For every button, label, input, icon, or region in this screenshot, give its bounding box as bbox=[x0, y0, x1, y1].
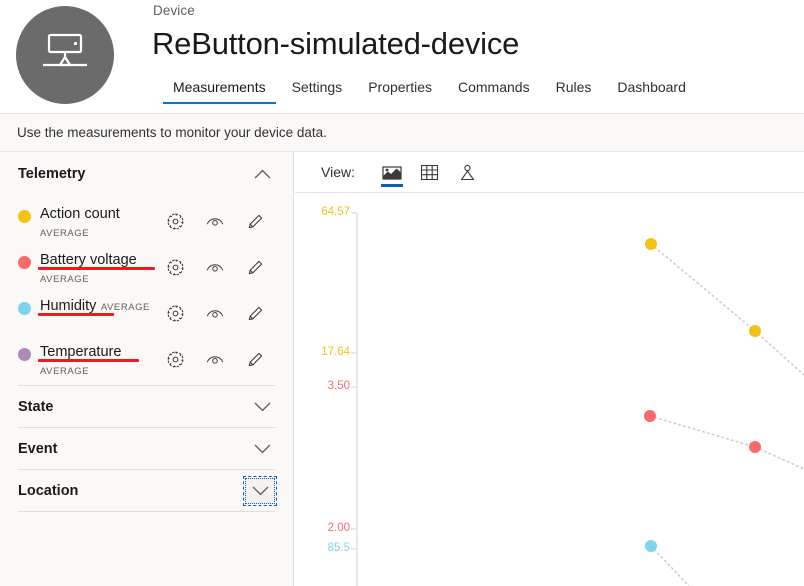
section-header-event[interactable]: Event bbox=[18, 428, 275, 469]
telemetry-name: Battery voltage bbox=[38, 252, 155, 270]
gear-icon[interactable] bbox=[155, 253, 195, 281]
axis-tick-battery-voltage-min: 2.00 bbox=[327, 522, 350, 534]
eye-icon[interactable] bbox=[195, 253, 235, 281]
view-label: View: bbox=[321, 164, 355, 180]
telemetry-row-actions bbox=[155, 207, 275, 235]
gear-icon[interactable] bbox=[155, 207, 195, 235]
pencil-icon[interactable] bbox=[235, 299, 275, 327]
telemetry-row-battery-voltage[interactable]: Battery voltage AVERAGE bbox=[18, 247, 275, 293]
telemetry-row-action-count[interactable]: Action count AVERAGE bbox=[18, 201, 275, 247]
telemetry-list: Action count AVERAGE Battery voltage AVE… bbox=[18, 201, 275, 385]
chart-view-icon[interactable] bbox=[373, 152, 411, 193]
axis-tick-humidity-max: 85.5 bbox=[327, 542, 350, 554]
axis-tick-battery-voltage-max: 3.50 bbox=[327, 380, 350, 392]
chevron-down-icon[interactable] bbox=[249, 394, 275, 420]
telemetry-row-temperature[interactable]: Temperature AVERAGE bbox=[18, 339, 275, 385]
chevron-down-icon[interactable] bbox=[243, 475, 277, 506]
telemetry-aggregation: AVERAGE bbox=[40, 228, 90, 239]
series-color-dot bbox=[18, 256, 31, 269]
device-measurements-page: Device ReButton-simulated-device Measure… bbox=[0, 0, 804, 586]
telemetry-name: Action count bbox=[40, 206, 120, 222]
chevron-up-icon[interactable] bbox=[249, 161, 275, 187]
table-view-icon[interactable] bbox=[411, 152, 449, 193]
tab-bar: Measurements Settings Properties Command… bbox=[160, 79, 699, 104]
eye-icon[interactable] bbox=[195, 299, 235, 327]
gear-icon[interactable] bbox=[155, 299, 195, 327]
chevron-down-icon[interactable] bbox=[249, 436, 275, 462]
iot-device-icon bbox=[39, 31, 91, 79]
tab-dashboard[interactable]: Dashboard bbox=[604, 79, 699, 104]
eye-icon[interactable] bbox=[195, 345, 235, 373]
map-pin-view-icon[interactable] bbox=[449, 152, 487, 193]
chart-plot-area bbox=[351, 212, 804, 586]
section-title-location: Location bbox=[18, 482, 79, 499]
section-title-event: Event bbox=[18, 440, 58, 457]
pencil-icon[interactable] bbox=[235, 253, 275, 281]
telemetry-name: Temperature bbox=[37, 344, 140, 362]
telemetry-row-actions bbox=[155, 299, 275, 327]
pencil-icon[interactable] bbox=[235, 345, 275, 373]
info-bar-text: Use the measurements to monitor your dev… bbox=[17, 125, 327, 140]
telemetry-row-humidity[interactable]: Humidity AVERAGE bbox=[18, 293, 275, 339]
section-title-state: State bbox=[18, 398, 54, 415]
section-title-telemetry: Telemetry bbox=[18, 166, 86, 182]
series-color-dot bbox=[18, 302, 31, 315]
info-bar: Use the measurements to monitor your dev… bbox=[0, 114, 804, 152]
chart-panel: View: 64.57 17.64 3.50 2.00 85.5 bbox=[295, 152, 804, 586]
telemetry-aggregation: AVERAGE bbox=[40, 366, 90, 377]
measurements-sidebar: Telemetry Action count AVERAGE Battery v… bbox=[0, 152, 294, 586]
tab-settings[interactable]: Settings bbox=[279, 79, 356, 104]
tab-rules[interactable]: Rules bbox=[543, 79, 605, 104]
tab-commands[interactable]: Commands bbox=[445, 79, 543, 104]
section-header-telemetry[interactable]: Telemetry bbox=[18, 152, 275, 196]
telemetry-row-actions bbox=[155, 253, 275, 281]
chart-view-toolbar: View: bbox=[295, 152, 804, 193]
axis-tick-action-count-max: 64.57 bbox=[321, 206, 350, 218]
section-header-state[interactable]: State bbox=[18, 386, 275, 427]
axis-tick-action-count-min: 17.64 bbox=[321, 346, 350, 358]
tab-properties[interactable]: Properties bbox=[355, 79, 445, 104]
pencil-icon[interactable] bbox=[235, 207, 275, 235]
telemetry-row-actions bbox=[155, 345, 275, 373]
telemetry-chart[interactable]: 64.57 17.64 3.50 2.00 85.5 bbox=[295, 193, 804, 586]
series-color-dot bbox=[18, 210, 31, 223]
telemetry-name: Humidity bbox=[37, 298, 115, 316]
device-avatar bbox=[16, 6, 114, 104]
section-header-location[interactable]: Location bbox=[18, 470, 277, 511]
telemetry-aggregation: AVERAGE bbox=[100, 302, 150, 313]
telemetry-aggregation: AVERAGE bbox=[40, 274, 90, 285]
page-header: Device ReButton-simulated-device Measure… bbox=[0, 0, 804, 114]
series-color-dot bbox=[18, 348, 31, 361]
sidebar-divider bbox=[18, 511, 275, 512]
page-title: ReButton-simulated-device bbox=[152, 26, 520, 61]
eye-icon[interactable] bbox=[195, 207, 235, 235]
breadcrumb: Device bbox=[153, 3, 195, 18]
tab-measurements[interactable]: Measurements bbox=[160, 79, 279, 104]
gear-icon[interactable] bbox=[155, 345, 195, 373]
